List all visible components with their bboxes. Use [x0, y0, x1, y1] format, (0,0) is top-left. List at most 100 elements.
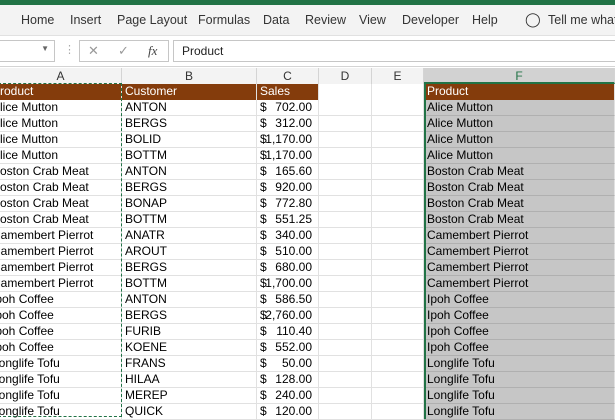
cell[interactable] — [319, 356, 372, 372]
cell[interactable]: Camembert Pierrot — [424, 228, 615, 244]
cell[interactable]: Ipoh Coffee — [0, 340, 122, 356]
cell[interactable]: Longlife Tofu — [424, 404, 615, 420]
tab-developer[interactable]: Developer — [402, 13, 459, 27]
cell[interactable] — [319, 372, 372, 388]
cell[interactable]: FURIB — [122, 324, 257, 340]
cell[interactable] — [372, 180, 424, 196]
cell[interactable] — [372, 404, 424, 420]
cell[interactable]: Camembert Pierrot — [0, 244, 122, 260]
cell[interactable]: $128.00 — [257, 372, 319, 388]
cell[interactable]: Alice Mutton — [424, 116, 615, 132]
cell[interactable] — [372, 84, 424, 100]
cell[interactable] — [372, 324, 424, 340]
cell[interactable] — [319, 148, 372, 164]
cell[interactable] — [319, 132, 372, 148]
cell[interactable] — [372, 308, 424, 324]
chevron-down-icon[interactable]: ▼ — [41, 44, 49, 53]
cell[interactable] — [319, 276, 372, 292]
cell[interactable] — [372, 196, 424, 212]
cell[interactable]: Product — [424, 84, 615, 100]
cell[interactable]: ANTON — [122, 164, 257, 180]
cell[interactable] — [372, 356, 424, 372]
cell[interactable]: $1,170.00 — [257, 148, 319, 164]
cell[interactable]: $110.40 — [257, 324, 319, 340]
cell[interactable]: Ipoh Coffee — [0, 292, 122, 308]
cell[interactable] — [372, 292, 424, 308]
cell[interactable]: Customer — [122, 84, 257, 100]
cell[interactable] — [372, 132, 424, 148]
cell[interactable]: Alice Mutton — [424, 148, 615, 164]
cell[interactable]: $240.00 — [257, 388, 319, 404]
cell[interactable] — [372, 100, 424, 116]
cell[interactable]: Ipoh Coffee — [0, 308, 122, 324]
cell[interactable] — [319, 260, 372, 276]
cell[interactable] — [372, 116, 424, 132]
tab-data[interactable]: Data — [263, 13, 289, 27]
cell[interactable]: Ipoh Coffee — [424, 292, 615, 308]
cell[interactable]: $120.00 — [257, 404, 319, 420]
cell[interactable]: BERGS — [122, 260, 257, 276]
cell[interactable]: $680.00 — [257, 260, 319, 276]
cell[interactable]: Alice Mutton — [0, 132, 122, 148]
name-box[interactable]: ▼ — [0, 40, 55, 62]
cell[interactable]: Camembert Pierrot — [424, 276, 615, 292]
cell[interactable]: Sales — [257, 84, 319, 100]
cell[interactable]: Boston Crab Meat — [424, 180, 615, 196]
cell[interactable]: BERGS — [122, 308, 257, 324]
cell[interactable]: Longlife Tofu — [0, 372, 122, 388]
cell[interactable]: KOENE — [122, 340, 257, 356]
cell[interactable]: Longlife Tofu — [0, 404, 122, 420]
cell[interactable] — [319, 212, 372, 228]
cell[interactable] — [319, 180, 372, 196]
column-header-e[interactable]: E — [372, 68, 424, 84]
cell[interactable] — [372, 388, 424, 404]
cell[interactable]: $510.00 — [257, 244, 319, 260]
column-header-f[interactable]: F — [424, 68, 615, 84]
cell[interactable] — [319, 404, 372, 420]
cell[interactable]: Boston Crab Meat — [0, 196, 122, 212]
cell[interactable]: $312.00 — [257, 116, 319, 132]
cell[interactable]: Alice Mutton — [424, 100, 615, 116]
cell[interactable]: Ipoh Coffee — [0, 324, 122, 340]
cell[interactable]: Longlife Tofu — [0, 356, 122, 372]
cell[interactable]: $551.25 — [257, 212, 319, 228]
cell[interactable]: Boston Crab Meat — [424, 164, 615, 180]
cell[interactable]: $772.80 — [257, 196, 319, 212]
cell[interactable]: HILAA — [122, 372, 257, 388]
cell[interactable]: $50.00 — [257, 356, 319, 372]
cell[interactable]: ANTON — [122, 100, 257, 116]
cell[interactable]: Camembert Pierrot — [424, 260, 615, 276]
cell[interactable] — [319, 324, 372, 340]
drag-handle-icon[interactable]: ⋮ — [64, 43, 75, 56]
cell[interactable]: $1,170.00 — [257, 132, 319, 148]
cell[interactable]: Boston Crab Meat — [424, 212, 615, 228]
cell[interactable]: Longlife Tofu — [424, 388, 615, 404]
cell[interactable]: MEREP — [122, 388, 257, 404]
cell[interactable] — [319, 116, 372, 132]
cell[interactable]: Longlife Tofu — [0, 388, 122, 404]
cell[interactable]: Camembert Pierrot — [0, 228, 122, 244]
tab-view[interactable]: View — [359, 13, 386, 27]
cell[interactable]: Alice Mutton — [0, 100, 122, 116]
cancel-icon[interactable]: ✕ — [88, 43, 99, 59]
cell[interactable]: $586.50 — [257, 292, 319, 308]
cell[interactable]: $702.00 — [257, 100, 319, 116]
cell[interactable] — [372, 260, 424, 276]
cell[interactable]: Ipoh Coffee — [424, 308, 615, 324]
cell[interactable]: BONAP — [122, 196, 257, 212]
cell[interactable]: Boston Crab Meat — [0, 164, 122, 180]
enter-icon[interactable]: ✓ — [118, 43, 129, 59]
column-header-d[interactable]: D — [319, 68, 372, 84]
tab-help[interactable]: Help — [472, 13, 498, 27]
cell[interactable] — [372, 276, 424, 292]
cell[interactable] — [319, 308, 372, 324]
cell[interactable]: Camembert Pierrot — [0, 260, 122, 276]
cell[interactable]: Ipoh Coffee — [424, 324, 615, 340]
cell[interactable]: BERGS — [122, 116, 257, 132]
cell[interactable]: $2,760.00 — [257, 308, 319, 324]
cell[interactable]: $920.00 — [257, 180, 319, 196]
cell[interactable]: ANATR — [122, 228, 257, 244]
cell[interactable]: Longlife Tofu — [424, 372, 615, 388]
cell[interactable] — [372, 340, 424, 356]
cell[interactable]: $552.00 — [257, 340, 319, 356]
